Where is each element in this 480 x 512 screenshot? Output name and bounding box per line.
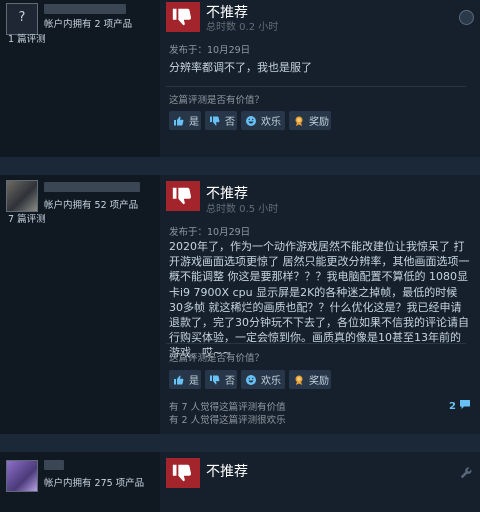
avatar[interactable] xyxy=(6,460,38,492)
products-owned: 帐户内拥有 2 项产品 xyxy=(44,19,133,30)
playtime: 总时数 0.2 小时 xyxy=(206,22,279,33)
vote-yes-button[interactable]: 是 xyxy=(169,111,201,130)
playtime: 总时数 0.5 小时 xyxy=(206,204,279,215)
reviewer-name[interactable] xyxy=(44,182,140,192)
award-icon xyxy=(295,375,303,385)
reviewer-info: 帐户内拥有 52 项产品 7 篇评测 xyxy=(0,175,160,434)
divider xyxy=(166,343,466,344)
laugh-icon xyxy=(246,115,256,126)
divider xyxy=(166,86,466,87)
helpful-question: 这篇评测是否有价值？ xyxy=(169,95,265,106)
review-card: 帐户内拥有 52 项产品 7 篇评测 不推荐 总时数 0.5 小时 发布于：10… xyxy=(0,175,480,434)
posted-date: 发布于：10月29日 xyxy=(169,227,251,238)
verdict-thumb xyxy=(166,458,200,488)
vote-funny-button[interactable]: 欢乐 xyxy=(241,370,285,389)
thumbs-down-icon xyxy=(172,8,192,26)
thumbs-up-icon xyxy=(174,375,184,384)
laugh-icon xyxy=(246,374,256,385)
verdict-thumb xyxy=(166,2,200,32)
products-owned: 帐户内拥有 52 项产品 xyxy=(44,200,139,211)
steam-logo-icon xyxy=(459,10,474,25)
posted-date: 发布于：10月29日 xyxy=(169,45,251,56)
review-count[interactable]: 1 篇评测 xyxy=(8,31,46,45)
vote-funny-label: 欢乐 xyxy=(261,376,281,387)
vote-no-label: 否 xyxy=(225,117,235,128)
vote-no-label: 否 xyxy=(225,376,235,387)
award-button[interactable]: 奖励 xyxy=(289,370,331,389)
thumbs-up-icon xyxy=(174,116,184,125)
comment-button[interactable]: 2 xyxy=(449,399,471,412)
review-card: ? 帐户内拥有 2 项产品 1 篇评测 不推荐 总时数 0.2 小时 发布于：1… xyxy=(0,0,480,157)
verdict-thumb xyxy=(166,181,200,211)
vote-yes-label: 是 xyxy=(189,117,199,128)
vote-no-button[interactable]: 否 xyxy=(205,111,237,130)
helpful-stat: 有 7 人觉得这篇评测有价值 xyxy=(169,402,286,413)
review-count[interactable]: 7 篇评测 xyxy=(8,211,46,225)
helpful-question: 这篇评测是否有价值？ xyxy=(169,353,265,364)
vote-funny-label: 欢乐 xyxy=(261,117,281,128)
thumbs-down-icon xyxy=(210,375,220,384)
avatar[interactable] xyxy=(6,180,38,212)
thumbs-down-icon xyxy=(172,464,192,482)
wrench-icon xyxy=(460,467,472,479)
comment-count: 2 xyxy=(449,401,456,412)
reviewer-info: 帐户内拥有 275 项产品 xyxy=(0,452,160,512)
award-icon xyxy=(295,116,303,126)
funny-stat: 有 2 人觉得这篇评测很欢乐 xyxy=(169,415,286,426)
vote-no-button[interactable]: 否 xyxy=(205,370,237,389)
reviewer-info: ? 帐户内拥有 2 项产品 1 篇评测 xyxy=(0,0,160,157)
comment-icon xyxy=(460,400,471,409)
verdict-label: 不推荐 xyxy=(206,464,248,480)
review-card: 帐户内拥有 275 项产品 不推荐 xyxy=(0,452,480,512)
thumbs-down-icon xyxy=(210,116,220,125)
vote-yes-label: 是 xyxy=(189,376,199,387)
award-label: 奖励 xyxy=(309,376,329,387)
products-owned: 帐户内拥有 275 项产品 xyxy=(44,478,145,489)
reviewer-name[interactable] xyxy=(44,4,126,14)
vote-yes-button[interactable]: 是 xyxy=(169,370,201,389)
thumbs-down-icon xyxy=(172,187,192,205)
review-text: 分辨率都调不了，我也是服了 xyxy=(169,61,312,74)
award-button[interactable]: 奖励 xyxy=(289,111,331,130)
reviewer-name[interactable] xyxy=(44,460,64,470)
vote-funny-button[interactable]: 欢乐 xyxy=(241,111,285,130)
award-label: 奖励 xyxy=(309,117,329,128)
